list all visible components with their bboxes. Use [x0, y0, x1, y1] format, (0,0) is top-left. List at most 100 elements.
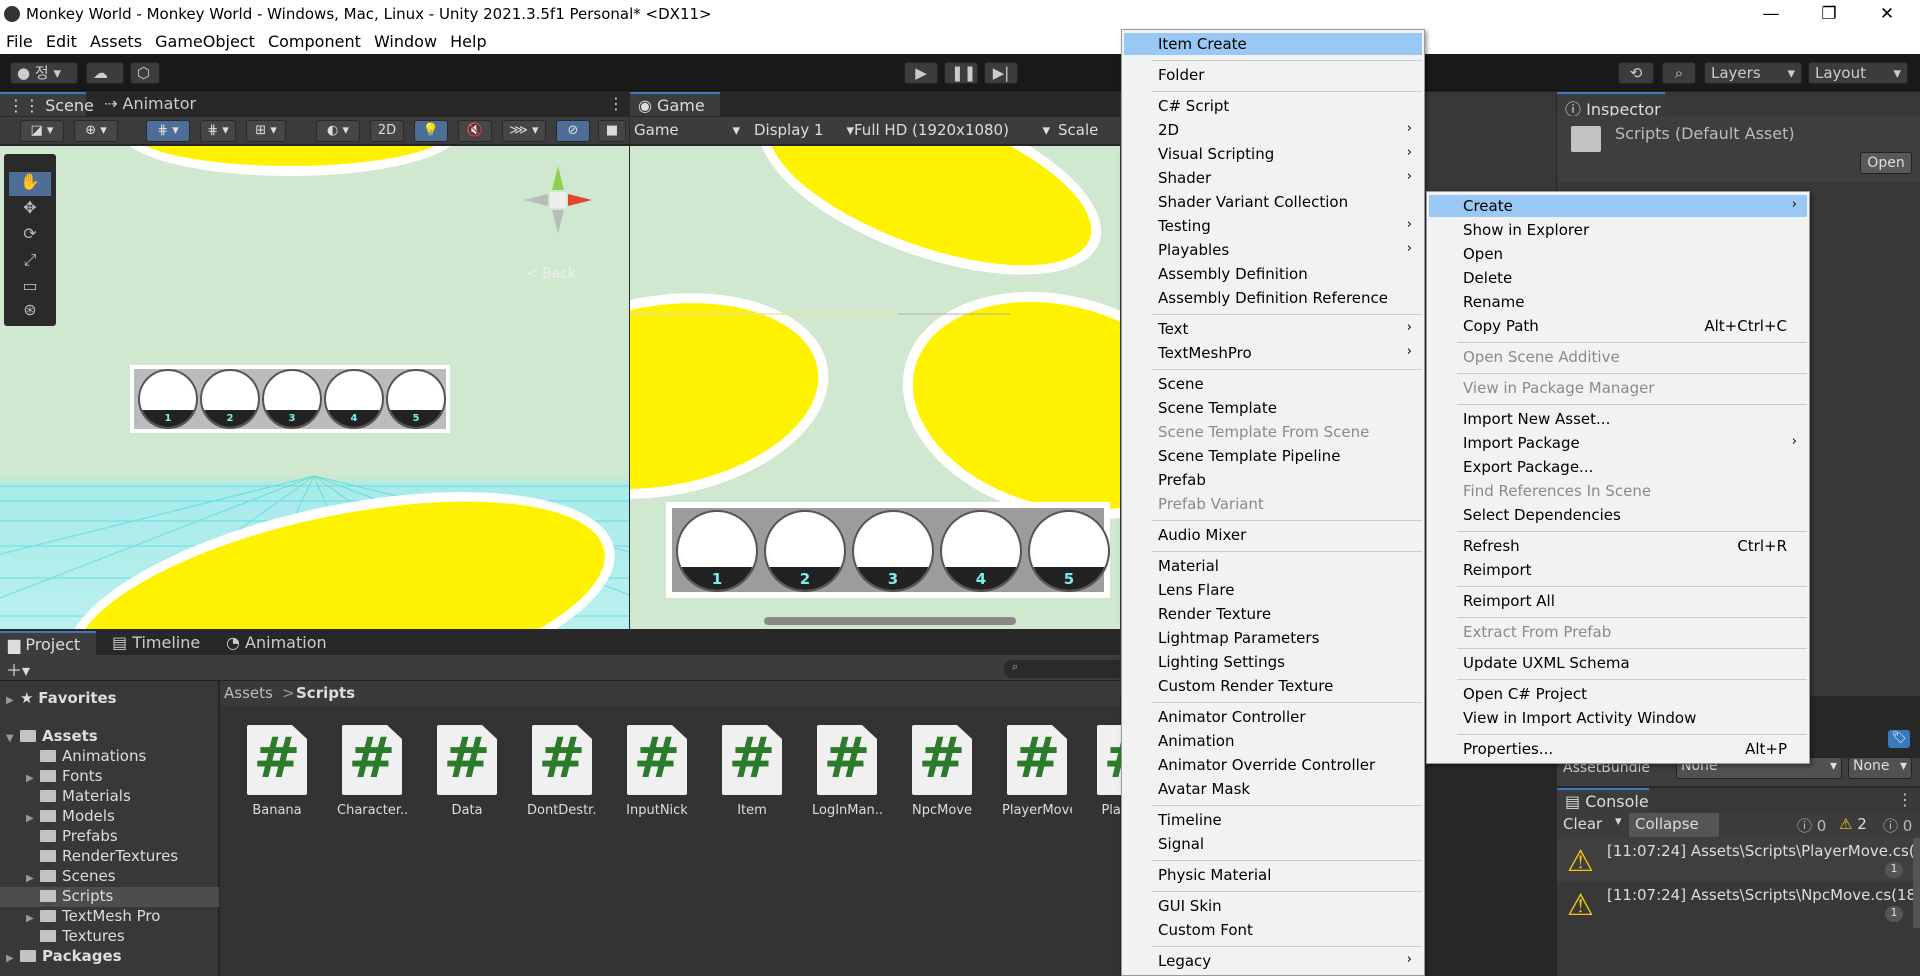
layers-dropdown[interactable]: Layers ▾: [1704, 62, 1802, 84]
context_menu-item-custom-font[interactable]: Custom Font: [1124, 919, 1422, 941]
context_menu-item-playables[interactable]: Playables ›: [1124, 239, 1422, 261]
audio-icon[interactable]: 🔇: [458, 120, 492, 142]
error-toggle[interactable]: ⓘ 0: [1883, 815, 1912, 836]
tree-item-prefabs[interactable]: Prefabs: [0, 827, 219, 847]
create-button[interactable]: ＋▾: [6, 657, 30, 681]
assets_menu-item-refresh[interactable]: Refresh Ctrl+R: [1429, 535, 1807, 557]
context_menu-item-animator-override-controller[interactable]: Animator Override Controller: [1124, 754, 1422, 776]
open-button[interactable]: Open: [1860, 152, 1912, 174]
context_menu-item-folder[interactable]: Folder: [1124, 64, 1422, 86]
expand-arrow-icon[interactable]: ▶: [6, 953, 20, 964]
assets_menu-item-properties[interactable]: Properties... Alt+P: [1429, 738, 1807, 760]
step-button[interactable]: ▶|: [984, 62, 1018, 84]
play-button[interactable]: ▶: [904, 62, 938, 84]
expand-arrow-icon[interactable]: ▶: [26, 913, 40, 924]
camera-icon[interactable]: ■: [598, 120, 626, 142]
project-search-input[interactable]: ⌕: [1004, 660, 1120, 678]
scene-viewport[interactable]: ✋ ✥ ⟳ ⤢ ▭ ⊛ < Back 1 2 3 4 5: [0, 146, 629, 629]
context_menu-item-prefab[interactable]: Prefab: [1124, 469, 1422, 491]
context_menu-item-animator-controller[interactable]: Animator Controller: [1124, 706, 1422, 728]
tree-item-fonts[interactable]: ▶ Fonts: [0, 767, 219, 787]
tab-inspector[interactable]: ⓘ Inspector: [1557, 92, 1665, 119]
context_menu-item-physic-material[interactable]: Physic Material: [1124, 864, 1422, 886]
effects-icon[interactable]: ⋙ ▾: [502, 120, 546, 142]
assets_menu-item-reimport[interactable]: Reimport: [1429, 559, 1807, 581]
assets_menu-item-select-dependencies[interactable]: Select Dependencies: [1429, 504, 1807, 526]
context_menu-item-shader-variant-collection[interactable]: Shader Variant Collection: [1124, 191, 1422, 213]
game-scrollbar[interactable]: [764, 617, 1016, 625]
assets_menu-item-view-in-import-activity-window[interactable]: View in Import Activity Window: [1429, 707, 1807, 729]
assets_menu-item-create[interactable]: Create ›: [1429, 195, 1807, 217]
tree-item-scenes[interactable]: ▶ Scenes: [0, 867, 219, 887]
warning-toggle[interactable]: ⚠ 2: [1839, 815, 1867, 833]
script-asset[interactable]: # NpcMove: [907, 725, 977, 818]
assets_menu-item-copy-path[interactable]: Copy Path Alt+Ctrl+C: [1429, 315, 1807, 337]
context_menu-item-legacy[interactable]: Legacy ›: [1124, 950, 1422, 972]
expand-arrow-icon[interactable]: ▶: [26, 773, 40, 784]
scene-more-icon[interactable]: ⋮: [600, 92, 624, 116]
tab-project[interactable]: ▆ Project: [0, 631, 96, 655]
label-tag-icon[interactable]: 🏷: [1888, 730, 1910, 748]
menu-help[interactable]: Help: [444, 30, 486, 51]
context_menu-item-text[interactable]: Text ›: [1124, 318, 1422, 340]
tree-item-animations[interactable]: Animations: [0, 747, 219, 767]
assets_menu-item-import-package[interactable]: Import Package ›: [1429, 432, 1807, 454]
snap-icon[interactable]: ⋕ ▾: [200, 120, 236, 142]
mode-2d-toggle[interactable]: 2D: [370, 120, 404, 142]
context_menu-item-c-script[interactable]: C# Script: [1124, 95, 1422, 117]
collapse-button[interactable]: Collapse: [1629, 813, 1719, 837]
context_menu-item-assembly-definition[interactable]: Assembly Definition: [1124, 263, 1422, 285]
tab-scene[interactable]: ⋮⋮ Scene: [0, 92, 94, 116]
context_menu-item-timeline[interactable]: Timeline: [1124, 809, 1422, 831]
context_menu-item-material[interactable]: Material: [1124, 555, 1422, 577]
increment-icon[interactable]: ⊞ ▾: [246, 120, 286, 142]
context_menu-item-item-create[interactable]: Item Create: [1124, 33, 1422, 55]
clear-options-icon[interactable]: ▾: [1615, 814, 1622, 829]
search-icon[interactable]: ⌕: [1662, 62, 1696, 84]
context_menu-item-textmeshpro[interactable]: TextMeshPro ›: [1124, 342, 1422, 364]
shading-dropdown[interactable]: ◐ ▾: [316, 120, 360, 142]
minimize-button[interactable]: —: [1742, 0, 1800, 30]
menu-window[interactable]: Window: [368, 30, 437, 51]
expand-arrow-icon[interactable]: ▶: [26, 813, 40, 824]
assetbundle-variant-dropdown[interactable]: None ▾: [1848, 757, 1912, 779]
script-asset[interactable]: # Character...: [337, 725, 407, 818]
assets_menu-item-open[interactable]: Open: [1429, 243, 1807, 265]
assets_menu-item-delete[interactable]: Delete: [1429, 267, 1807, 289]
transform-tool-icon[interactable]: ⊛: [9, 300, 51, 324]
tree-item-packages[interactable]: ▶ Packages: [0, 947, 219, 967]
tab-timeline[interactable]: ▤ Timeline: [104, 631, 204, 655]
lighting-icon[interactable]: 💡: [414, 120, 448, 142]
menu-assets[interactable]: Assets: [84, 30, 142, 51]
hidden-objects-icon[interactable]: ⊘: [556, 120, 590, 142]
rotate-tool-icon[interactable]: ⟳: [9, 224, 51, 248]
tree-item-favorites[interactable]: ▶ ★ Favorites: [0, 689, 219, 709]
move-tool-icon[interactable]: ✥: [9, 198, 51, 222]
orientation-gizmo[interactable]: [520, 162, 596, 238]
tree-item-models[interactable]: ▶ Models: [0, 807, 219, 827]
close-button[interactable]: ✕: [1858, 0, 1916, 30]
context_menu-item-audio-mixer[interactable]: Audio Mixer: [1124, 524, 1422, 546]
account-dropdown[interactable]: ● 정 ▾: [10, 62, 78, 84]
scale-tool-icon[interactable]: ⤢: [9, 250, 51, 274]
context_menu-item-visual-scripting[interactable]: Visual Scripting ›: [1124, 143, 1422, 165]
script-asset[interactable]: # DontDestr...: [527, 725, 597, 818]
tree-item-textures[interactable]: Textures: [0, 927, 219, 947]
tab-animator[interactable]: ⇢ Animator: [96, 92, 206, 116]
context_menu-item-lens-flare[interactable]: Lens Flare: [1124, 579, 1422, 601]
global-dropdown[interactable]: ⊕ ▾: [74, 120, 118, 142]
tree-item-rendertextures[interactable]: RenderTextures: [0, 847, 219, 867]
clear-button[interactable]: Clear: [1563, 815, 1602, 833]
assets_menu-item-rename[interactable]: Rename: [1429, 291, 1807, 313]
draw-mode-dropdown[interactable]: ◪ ▾: [20, 120, 64, 142]
resolution-dropdown[interactable]: Full HD (1920x1080) ▾: [854, 121, 1050, 139]
assets_menu-item-import-new-asset[interactable]: Import New Asset...: [1429, 408, 1807, 430]
assets_menu-item-open-c-project[interactable]: Open C# Project: [1429, 683, 1807, 705]
context_menu-item-lighting-settings[interactable]: Lighting Settings: [1124, 651, 1422, 673]
slot-bar[interactable]: 1 2 3 4 5: [130, 365, 450, 433]
menu-file[interactable]: File: [0, 30, 33, 51]
script-asset[interactable]: # Item: [717, 725, 787, 818]
script-asset[interactable]: # Banana: [242, 725, 312, 818]
menu-component[interactable]: Component: [262, 30, 361, 51]
grid-snap-icon[interactable]: ⋕ ▾: [146, 120, 190, 142]
